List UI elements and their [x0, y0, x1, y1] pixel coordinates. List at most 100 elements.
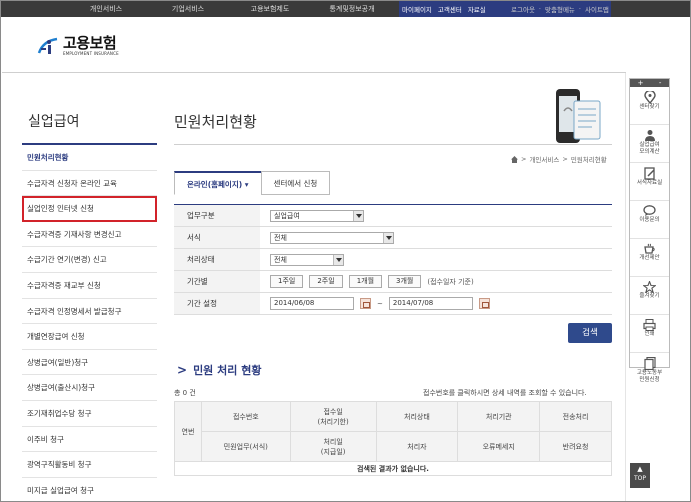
sidebar-menu: 민원처리현황 수급자격 신청자 온라인 교육 실업인정 인터넷 신청 수급자격증…	[22, 145, 157, 501]
location-pin-icon	[643, 91, 656, 104]
date-from-input[interactable]: 2014/06/08	[270, 297, 354, 310]
mypage-link[interactable]: 마이페이지	[402, 4, 432, 14]
status-select[interactable]: 전체	[270, 253, 344, 266]
chevron-down-icon	[333, 254, 343, 265]
top-label: TOP	[633, 475, 646, 482]
home-icon[interactable]	[511, 155, 518, 163]
tab-center[interactable]: 센터에서 신청	[260, 171, 331, 195]
tab-online-label: 온라인(홈페이지)	[187, 180, 243, 189]
title-divider	[174, 144, 612, 145]
chevron-down-icon	[383, 232, 393, 243]
breadcrumb-separator: >	[521, 155, 527, 163]
quick-item-moel-complaint[interactable]: 고용노동부 민원신청	[630, 353, 669, 391]
sitemap-link[interactable]: 사이트맵	[585, 4, 609, 14]
sidebar-item-sickness-benefit[interactable]: 상병급여(일반)청구	[22, 350, 157, 376]
sidebar-item-online-education[interactable]: 수급자격 신청자 온라인 교육	[22, 171, 157, 197]
account-nav: 로그아웃 · 맞춤형메뉴 · 사이트맵	[511, 1, 609, 17]
period-2week-button[interactable]: 2주일	[309, 275, 343, 288]
sidebar-item-processing-status[interactable]: 민원처리현황	[22, 145, 157, 171]
form-row-period: 기간별 1주일 2주일 1개월 3개월 (접수일자 기준)	[174, 271, 612, 293]
sidebar-item-job-search-cost[interactable]: 광역구직활동비 청구	[22, 452, 157, 478]
search-button[interactable]: 검색	[568, 323, 612, 343]
plus-icon[interactable]: +	[638, 79, 644, 87]
quick-item-print[interactable]: 인쇄	[630, 315, 669, 353]
total-count: 총 0 건	[174, 389, 196, 397]
quick-item-benefit-calculator[interactable]: 실업급여 모의계산	[630, 125, 669, 163]
breadcrumb-separator: >	[562, 155, 568, 163]
quick-item-label: 실업급여 모의계산	[639, 142, 660, 155]
nav-insurance-system[interactable]: 고용보험제도	[229, 4, 311, 14]
form-select[interactable]: 전체	[270, 231, 394, 244]
period-1month-button[interactable]: 1개월	[348, 275, 383, 288]
sidebar-item-extended-benefit[interactable]: 개별연장급여 신청	[22, 324, 157, 350]
sidebar-item-period-extension[interactable]: 수급기간 연기(변경) 신고	[22, 247, 157, 273]
tab-online[interactable]: 온라인(홈페이지) ▾	[174, 171, 262, 195]
chevron-down-icon	[353, 210, 363, 221]
sidebar-item-certificate-change[interactable]: 수급자격증 기재사항 변경신고	[22, 222, 157, 248]
sidebar-item-statement-request[interactable]: 수급자격 인정명세서 발급청구	[22, 299, 157, 325]
range-label: 기간 설정	[174, 293, 260, 314]
sidebar-item-unpaid-benefit[interactable]: 미지급 실업급여 청구	[22, 478, 157, 501]
col-agency: 처리기관	[457, 401, 541, 432]
col-return-request: 반려요청	[539, 431, 612, 462]
quick-item-center-search[interactable]: 센터찾기	[630, 87, 669, 125]
calendar-icon[interactable]	[360, 298, 371, 309]
breadcrumb-personal[interactable]: 개인서비스	[529, 154, 559, 164]
sidebar-item-maternity-sickness-benefit[interactable]: 상병급여(출산시)청구	[22, 375, 157, 401]
header-divider	[2, 72, 626, 73]
col-transmit: 전송처리	[539, 401, 612, 432]
business-select[interactable]: 실업급여	[270, 209, 364, 222]
chat-bubble-icon	[643, 205, 656, 216]
page-title: 민원처리현황	[174, 113, 257, 131]
quick-item-favorites[interactable]: 즐겨찾기	[630, 277, 669, 315]
nav-personal[interactable]: 개인서비스	[65, 4, 147, 14]
nav-corporate[interactable]: 기업서비스	[147, 4, 229, 14]
smartphone-illustration-icon	[556, 89, 601, 143]
sidebar-item-certificate-reissue[interactable]: 수급자격증 재교부 신청	[22, 273, 157, 299]
form-select-value: 전체	[274, 233, 287, 242]
form-row-business: 업무구분 실업급여	[174, 205, 612, 227]
quick-item-suggestion[interactable]: 개선제안	[630, 239, 669, 277]
sidebar-item-relocation-cost[interactable]: 이주비 청구	[22, 427, 157, 453]
custom-menu-link[interactable]: 맞춤형메뉴	[545, 4, 575, 14]
period-label: 기간별	[174, 271, 260, 292]
col-status: 처리상태	[375, 401, 459, 432]
quick-menu-header: + -	[630, 79, 669, 87]
minus-icon[interactable]: -	[659, 79, 662, 87]
date-to-input[interactable]: 2014/07/08	[388, 297, 473, 310]
arrow-up-icon: ▲	[637, 465, 643, 473]
logout-link[interactable]: 로그아웃	[511, 4, 535, 14]
status-select-value: 전체	[274, 255, 287, 264]
global-nav: 개인서비스 기업서비스 고용보험제도 통계및정보공개	[1, 4, 393, 14]
period-1week-button[interactable]: 1주일	[270, 275, 304, 288]
section-title-text: 민원 처리 현황	[193, 364, 262, 377]
sidebar-item-unemployment-recognition[interactable]: 실업인정 인터넷 신청	[22, 196, 157, 222]
sidebar-item-early-reemployment[interactable]: 조기재취업수당 청구	[22, 401, 157, 427]
content-right-divider	[625, 73, 626, 501]
breadcrumb: > 개인서비스 > 민원처리현황	[511, 154, 607, 164]
logo-mark-icon	[37, 37, 58, 54]
breadcrumb-current: 민원처리현황	[570, 156, 607, 164]
documents-icon	[643, 357, 656, 370]
coffee-cup-icon	[644, 243, 655, 254]
tab-bar: 온라인(홈페이지) ▾ 센터에서 신청	[174, 171, 331, 195]
customer-center-link[interactable]: 고객센터	[438, 4, 462, 14]
printer-icon	[643, 319, 656, 331]
edit-document-icon	[643, 167, 655, 180]
quick-item-inquiry[interactable]: 이용문의	[630, 201, 669, 239]
person-icon	[644, 130, 655, 141]
quick-item-label: 고용노동부 민원신청	[636, 370, 663, 383]
calendar-icon[interactable]	[478, 298, 490, 309]
nav-statistics[interactable]: 통계및정보공개	[311, 4, 393, 14]
quick-item-label: 서식자료실	[636, 180, 663, 186]
status-label: 처리상태	[174, 249, 260, 270]
site-logo[interactable]: 고용보험 EMPLOYMENT INSURANCE	[37, 34, 119, 56]
data-room-link[interactable]: 자료실	[468, 4, 486, 14]
search-form: 업무구분 실업급여 서식 전체 처리상태 전체 기간별 1주일 2주일 1개월 …	[174, 204, 612, 315]
back-to-top-button[interactable]: ▲ TOP	[630, 463, 650, 488]
quick-item-form-library[interactable]: 서식자료실	[630, 163, 669, 201]
star-icon	[643, 281, 656, 293]
period-3month-button[interactable]: 3개월	[388, 275, 422, 288]
col-rownum: 연번	[174, 401, 202, 462]
form-row-range: 기간 설정 2014/06/08 ~ 2014/07/08	[174, 293, 612, 315]
